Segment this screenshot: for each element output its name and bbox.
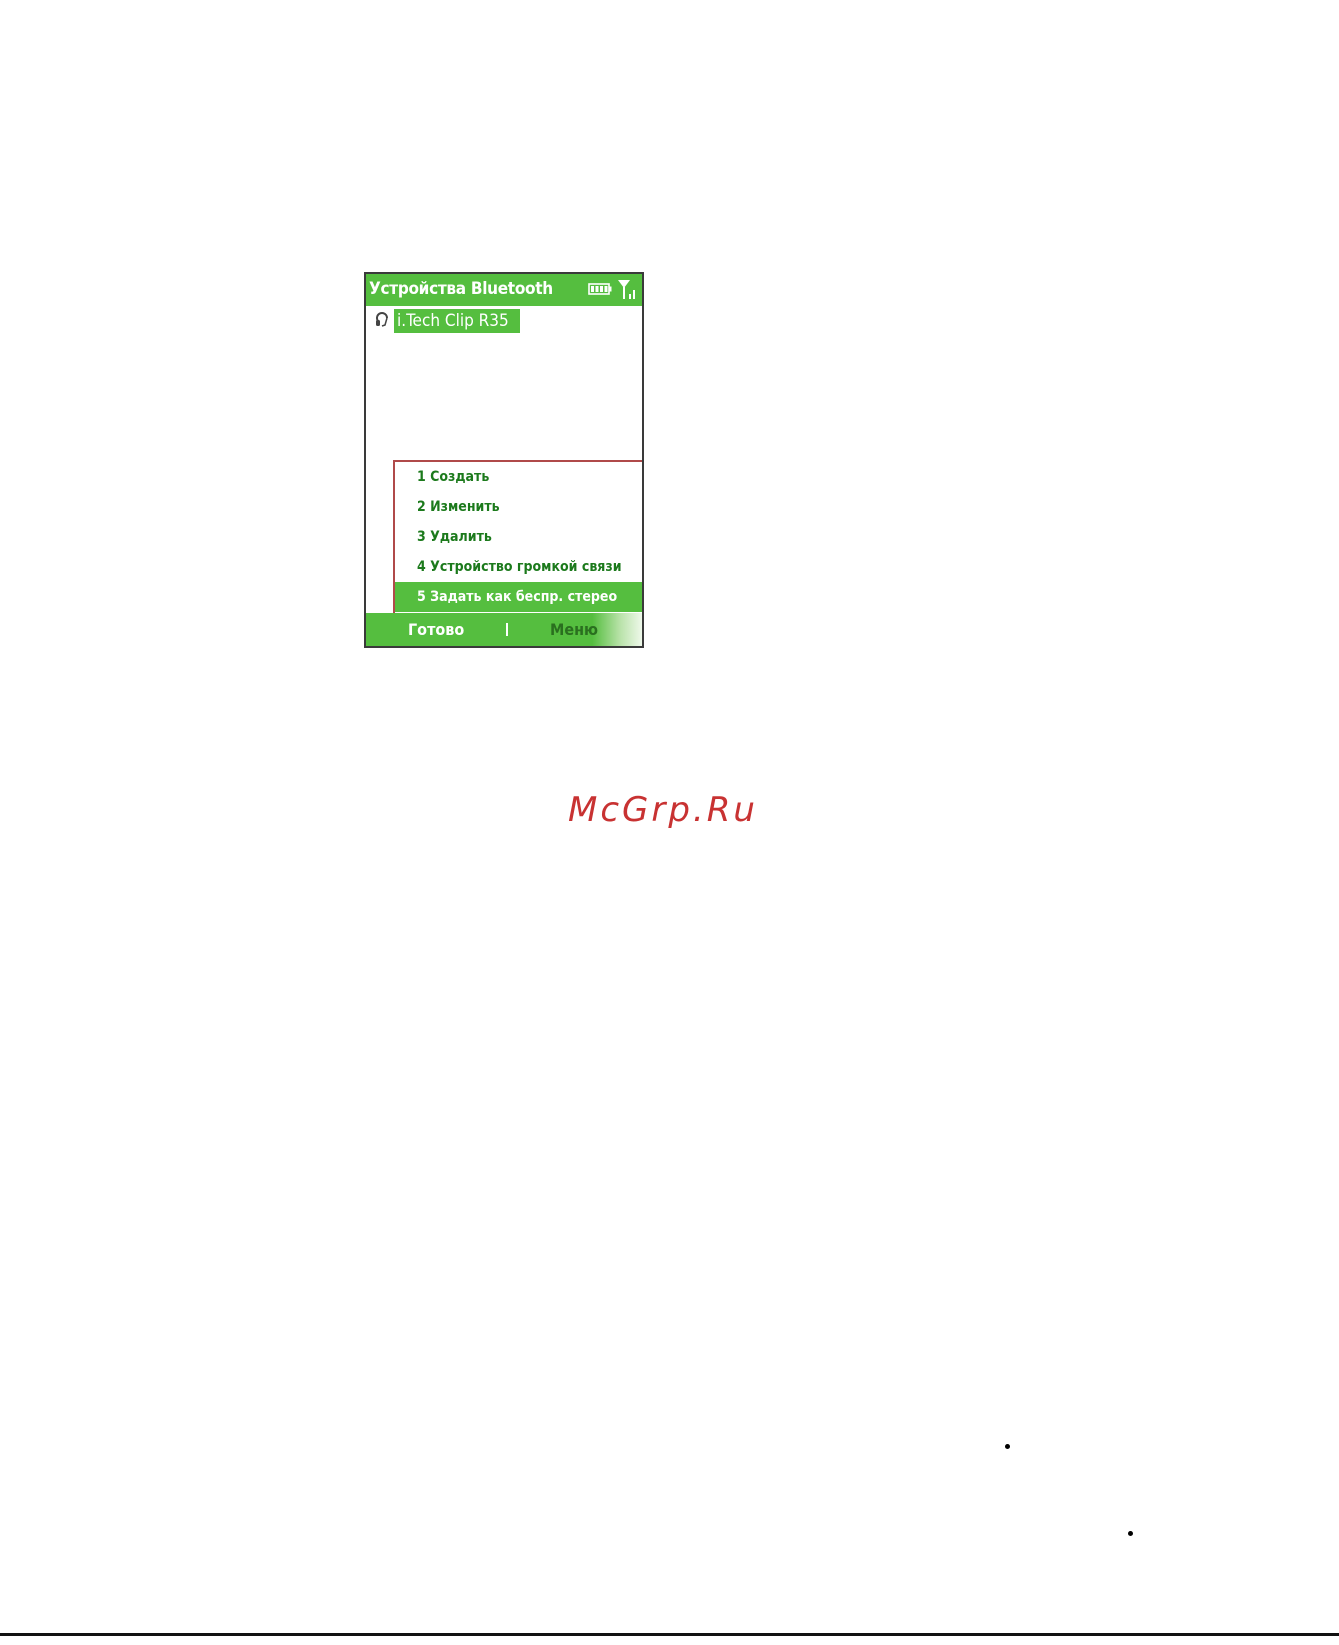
softkey-divider [506,623,508,636]
menu-item-set-wireless-stereo[interactable]: 5 Задать как беспр. стерео [395,582,642,612]
menu-item-edit[interactable]: 2 Изменить [395,492,642,522]
bottom-rule [0,1633,1339,1636]
stray-dot [1005,1444,1010,1449]
battery-icon [588,283,612,295]
menu-item-create[interactable]: 1 Создать [395,462,642,492]
watermark: McGrp.Ru [568,790,758,830]
stray-dot [1128,1531,1133,1536]
context-menu: 1 Создать 2 Изменить 3 Удалить 4 Устройс… [393,460,642,615]
title-bar: Устройства Bluetooth [366,274,642,306]
menu-item-delete[interactable]: 3 Удалить [395,522,642,552]
signal-icon [618,280,635,299]
menu-softkey[interactable]: Меню [550,613,598,646]
device-name: i.Tech Clip R35 [394,309,520,333]
done-softkey[interactable]: Готово [408,613,464,646]
device-list-item[interactable]: i.Tech Clip R35 [366,306,642,334]
page-title: Устройства Bluetooth [369,279,553,299]
menu-item-handsfree[interactable]: 4 Устройство громкой связи [395,552,642,582]
phone-screen: Устройства Bluetooth i.Tech Clip R35 1 С… [364,272,644,648]
headset-icon [376,312,388,327]
softkey-bar: Готово Меню [366,613,642,646]
